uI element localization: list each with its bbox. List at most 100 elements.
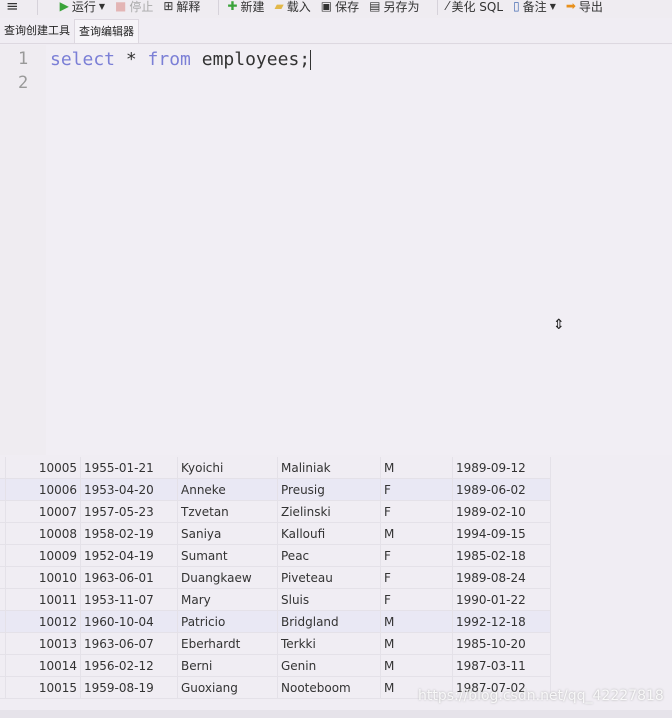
explain-button[interactable]: ⊞ 解释	[163, 0, 200, 15]
first-name-cell[interactable]: Eberhardt	[178, 633, 278, 654]
divider	[437, 0, 439, 15]
emp-no-cell[interactable]: 10011	[6, 589, 81, 610]
first-name-cell[interactable]: Berni	[178, 655, 278, 676]
last-name-cell[interactable]: Preusig	[278, 479, 381, 500]
table-row[interactable]: 10006 1953-04-20 Anneke Preusig F 1989-06-02	[0, 479, 551, 501]
gender-cell[interactable]: M	[381, 611, 453, 632]
first-name-cell[interactable]: Sumant	[178, 545, 278, 566]
run-button[interactable]: ▶ 运行 ▼	[60, 0, 105, 15]
gender-cell[interactable]: M	[381, 655, 453, 676]
load-button[interactable]: ▰ 载入	[275, 0, 311, 15]
table-row[interactable]: 10013 1963-06-07 Eberhardt Terkki M 1985-10-2…	[0, 633, 551, 655]
hire-date-cell[interactable]: 1994-09-15	[453, 523, 551, 544]
birth-date-cell[interactable]: 1952-04-19	[81, 545, 178, 566]
gender-cell[interactable]: M	[381, 457, 453, 478]
stop-label: 停止	[129, 0, 154, 14]
last-name-cell[interactable]: Sluis	[278, 589, 381, 610]
gender-cell[interactable]: M	[381, 633, 453, 654]
gender-cell[interactable]: F	[381, 567, 453, 588]
hire-date-cell[interactable]: 1985-10-20	[453, 633, 551, 654]
comment-button[interactable]: ▯ 备注 ▼	[513, 0, 556, 15]
first-name-cell[interactable]: Duangkaew	[178, 567, 278, 588]
new-label: 新建	[240, 0, 265, 14]
save-button[interactable]: ▣ 保存	[321, 0, 359, 15]
last-name-cell[interactable]: Genin	[278, 655, 381, 676]
birth-date-cell[interactable]: 1963-06-07	[81, 633, 178, 654]
emp-no-cell[interactable]: 10014	[6, 655, 81, 676]
table-row[interactable]: 10005 1955-01-21 Kyoichi Maliniak M 1989-09-1…	[0, 457, 551, 479]
last-name-cell[interactable]: Bridgland	[278, 611, 381, 632]
gender-cell[interactable]: F	[381, 589, 453, 610]
tab-bar: 查询创建工具 查询编辑器	[0, 18, 672, 44]
save-as-button[interactable]: ▤ 另存为	[369, 0, 419, 15]
first-name-cell[interactable]: Anneke	[178, 479, 278, 500]
birth-date-cell[interactable]: 1960-10-04	[81, 611, 178, 632]
birth-date-cell[interactable]: 1953-04-20	[81, 479, 178, 500]
table-row[interactable]: 10014 1956-02-12 Berni Genin M 1987-03-11	[0, 655, 551, 677]
table-row[interactable]: 10008 1958-02-19 Saniya Kalloufi M 1994-09-15	[0, 523, 551, 545]
first-name-cell[interactable]: Saniya	[178, 523, 278, 544]
hire-date-cell[interactable]: 1992-12-18	[453, 611, 551, 632]
tab-query-editor[interactable]: 查询编辑器	[74, 19, 139, 43]
birth-date-cell[interactable]: 1955-01-21	[81, 457, 178, 478]
chevron-down-icon[interactable]: ▼	[550, 2, 556, 11]
emp-no-cell[interactable]: 10006	[6, 479, 81, 500]
export-button[interactable]: ➡ 导出	[566, 0, 603, 15]
last-name-cell[interactable]: Kalloufi	[278, 523, 381, 544]
last-name-cell[interactable]: Terkki	[278, 633, 381, 654]
last-name-cell[interactable]: Piveteau	[278, 567, 381, 588]
first-name-cell[interactable]: Patricio	[178, 611, 278, 632]
gender-cell[interactable]: F	[381, 479, 453, 500]
emp-no-cell[interactable]: 10015	[6, 677, 81, 698]
chevron-down-icon[interactable]: ▼	[99, 2, 105, 11]
explain-icon: ⊞	[163, 0, 174, 13]
stop-button[interactable]: ■ 停止	[115, 0, 153, 15]
emp-no-cell[interactable]: 10007	[6, 501, 81, 522]
birth-date-cell[interactable]: 1963-06-01	[81, 567, 178, 588]
last-name-cell[interactable]: Nooteboom	[278, 677, 381, 698]
new-button[interactable]: ✚ 新建	[227, 0, 264, 15]
code-line[interactable]: select * from employees;	[50, 49, 312, 70]
emp-no-cell[interactable]: 10009	[6, 545, 81, 566]
emp-no-cell[interactable]: 10010	[6, 567, 81, 588]
first-name-cell[interactable]: Guoxiang	[178, 677, 278, 698]
load-label: 载入	[286, 0, 311, 14]
gender-cell[interactable]: M	[381, 523, 453, 544]
results-grid: 10005 1955-01-21 Kyoichi Maliniak M 1989-09-1…	[0, 457, 551, 699]
hire-date-cell[interactable]: 1989-02-10	[453, 501, 551, 522]
table-row[interactable]: 10007 1957-05-23 Tzvetan Zielinski F 1989-02-…	[0, 501, 551, 523]
sql-editor[interactable]: 1 2 select * from employees; ⇕	[0, 45, 672, 455]
last-name-cell[interactable]: Zielinski	[278, 501, 381, 522]
resize-cursor-icon[interactable]: ⇕	[553, 317, 565, 333]
table-row[interactable]: 10012 1960-10-04 Patricio Bridgland M 1992-12…	[0, 611, 551, 633]
emp-no-cell[interactable]: 10005	[6, 457, 81, 478]
emp-no-cell[interactable]: 10008	[6, 523, 81, 544]
birth-date-cell[interactable]: 1959-08-19	[81, 677, 178, 698]
birth-date-cell[interactable]: 1957-05-23	[81, 501, 178, 522]
first-name-cell[interactable]: Tzvetan	[178, 501, 278, 522]
emp-no-cell[interactable]: 10012	[6, 611, 81, 632]
hire-date-cell[interactable]: 1985-02-18	[453, 545, 551, 566]
table-row[interactable]: 10010 1963-06-01 Duangkaew Piveteau F 1989-08…	[0, 567, 551, 589]
birth-date-cell[interactable]: 1953-11-07	[81, 589, 178, 610]
menu-button[interactable]: ≡	[6, 0, 19, 15]
birth-date-cell[interactable]: 1956-02-12	[81, 655, 178, 676]
hire-date-cell[interactable]: 1987-03-11	[453, 655, 551, 676]
hire-date-cell[interactable]: 1989-06-02	[453, 479, 551, 500]
first-name-cell[interactable]: Kyoichi	[178, 457, 278, 478]
gender-cell[interactable]: F	[381, 545, 453, 566]
last-name-cell[interactable]: Peac	[278, 545, 381, 566]
hire-date-cell[interactable]: 1989-09-12	[453, 457, 551, 478]
hire-date-cell[interactable]: 1990-01-22	[453, 589, 551, 610]
tab-query-builder[interactable]: 查询创建工具	[0, 19, 74, 43]
last-name-cell[interactable]: Maliniak	[278, 457, 381, 478]
emp-no-cell[interactable]: 10013	[6, 633, 81, 654]
beautify-sql-button[interactable]: ⁄ 美化 SQL	[446, 0, 503, 15]
hire-date-cell[interactable]: 1989-08-24	[453, 567, 551, 588]
line-number: 2	[18, 73, 29, 93]
gender-cell[interactable]: F	[381, 501, 453, 522]
table-row[interactable]: 10011 1953-11-07 Mary Sluis F 1990-01-22	[0, 589, 551, 611]
first-name-cell[interactable]: Mary	[178, 589, 278, 610]
birth-date-cell[interactable]: 1958-02-19	[81, 523, 178, 544]
table-row[interactable]: 10009 1952-04-19 Sumant Peac F 1985-02-18	[0, 545, 551, 567]
